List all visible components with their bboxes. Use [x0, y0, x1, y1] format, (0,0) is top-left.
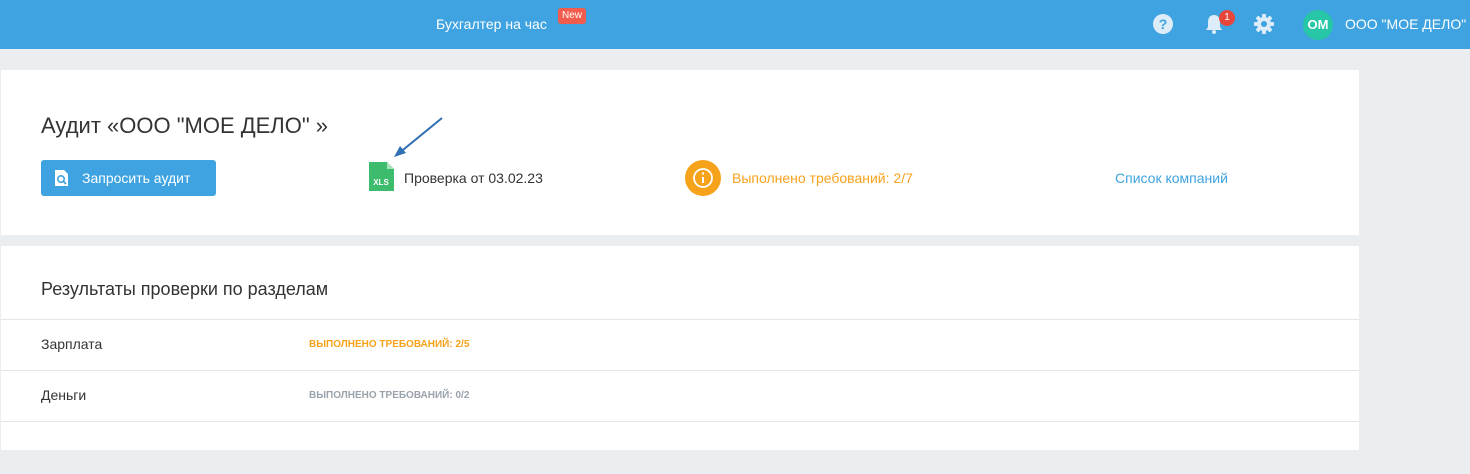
- avatar[interactable]: ОМ: [1303, 10, 1333, 40]
- row-status: ВЫПОЛНЕНО ТРЕБОВАНИЙ: 2/5: [309, 339, 470, 350]
- results-row-salary[interactable]: Зарплата ВЫПОЛНЕНО ТРЕБОВАНИЙ: 2/5: [1, 319, 1359, 370]
- check-date-link[interactable]: Проверка от 03.02.23: [404, 170, 543, 186]
- new-badge: New: [558, 8, 587, 24]
- gear-icon[interactable]: [1253, 13, 1275, 35]
- results-row-money[interactable]: Деньги ВЫПОЛНЕНО ТРЕБОВАНИЙ: 0/2: [1, 370, 1359, 422]
- results-title: Результаты проверки по разделам: [41, 279, 329, 299]
- row-name: Зарплата: [41, 336, 103, 352]
- results-card: Результаты проверки по разделам Зарплата…: [1, 246, 1359, 450]
- xls-icon-label: XLS: [373, 178, 389, 187]
- row-status: ВЫПОЛНЕНО ТРЕБОВАНИЙ: 0/2: [309, 390, 470, 401]
- page-title: Аудит «ООО "МОЕ ДЕЛО" »: [41, 113, 329, 138]
- nav-link-accountant[interactable]: Бухгалтер на час: [436, 16, 547, 32]
- top-bar: Бухгалтер на час New ? 1 ОМ ООО "МОЕ ДЕЛ…: [0, 0, 1470, 49]
- xls-file-icon[interactable]: XLS: [368, 161, 395, 192]
- company-name[interactable]: ООО "МОЕ ДЕЛО": [1345, 16, 1466, 32]
- info-icon: [685, 160, 721, 196]
- audit-card: Аудит «ООО "МОЕ ДЕЛО" » Запросить аудит …: [1, 70, 1359, 235]
- requirements-done-status: Выполнено требований: 2/7: [732, 170, 913, 186]
- companies-list-link[interactable]: Список компаний: [1115, 170, 1228, 186]
- document-search-icon: [55, 170, 68, 186]
- row-name: Деньги: [41, 387, 87, 403]
- notification-count-badge: 1: [1219, 10, 1235, 26]
- annotation-arrow: [394, 117, 443, 157]
- svg-text:?: ?: [1159, 16, 1168, 32]
- request-audit-label: Запросить аудит: [82, 170, 191, 186]
- request-audit-button[interactable]: Запросить аудит: [41, 160, 216, 196]
- help-icon[interactable]: ?: [1152, 13, 1174, 35]
